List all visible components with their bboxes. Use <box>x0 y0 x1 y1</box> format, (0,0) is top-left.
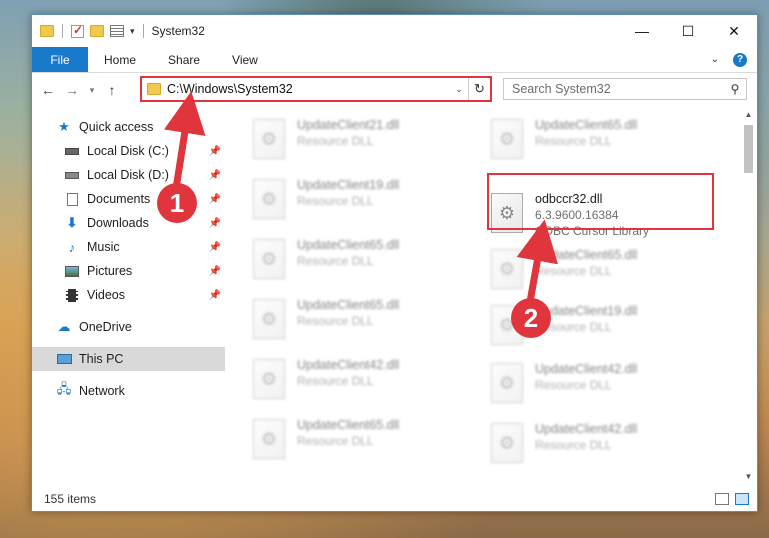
annotation-arrows <box>164 91 559 303</box>
step-badge-2: 2 <box>511 298 551 338</box>
step-badge-1: 1 <box>157 183 197 223</box>
arrow-to-file <box>516 219 559 303</box>
